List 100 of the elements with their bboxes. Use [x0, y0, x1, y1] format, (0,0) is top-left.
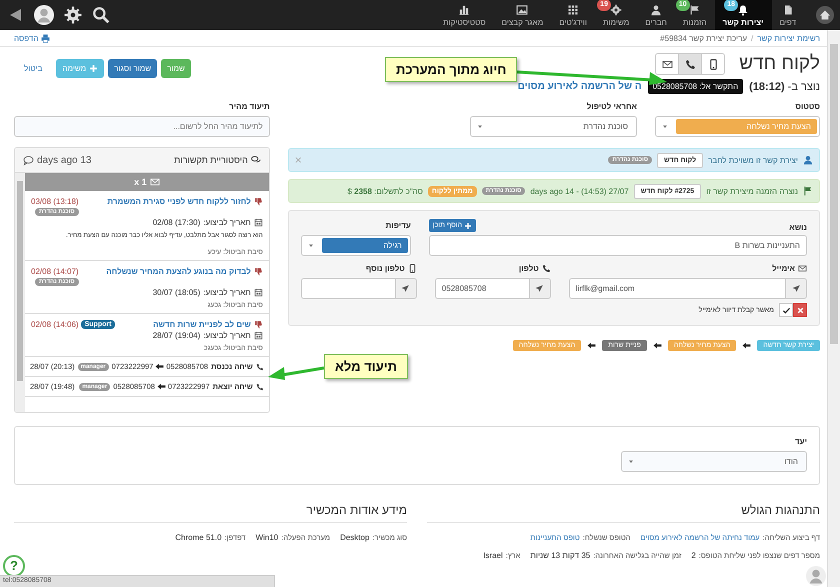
info-value: Chrome 51.0: [175, 533, 222, 542]
comment-icon: [23, 154, 34, 166]
flag-icon: [803, 186, 813, 196]
field-label: יעד: [794, 437, 807, 446]
close-icon: [796, 306, 804, 314]
breadcrumb-link[interactable]: עריכת יצירת קשר #59834: [660, 34, 748, 42]
flag-icon: [688, 4, 701, 16]
caret-icon: [308, 242, 316, 250]
priority-select[interactable]: רגילה: [300, 235, 411, 256]
nav-item[interactable]: סטטיסטיקות: [435, 0, 494, 30]
due-date: 02/08 (17:30): [152, 218, 200, 227]
phone-field[interactable]: 0528085708: [434, 278, 529, 299]
send-icon: [401, 284, 410, 293]
page-title: לקוח חדש: [739, 53, 820, 75]
back-icon[interactable]: [8, 7, 24, 23]
callout-box: חיוג מתוך המערכת: [385, 56, 518, 82]
info-value: Israel: [483, 551, 503, 560]
plus-icon: [89, 64, 98, 73]
approve-toggle[interactable]: [779, 303, 793, 317]
section-title: התנהגות הגולש: [427, 503, 820, 523]
nav-item[interactable]: מאגר קבצים: [494, 0, 552, 30]
arrow-icon: [587, 341, 596, 350]
group-count: x 1: [134, 177, 147, 187]
email-field[interactable]: lirflk@gmail.com: [568, 278, 785, 299]
subject-field[interactable]: התעניינות בשרות B: [428, 235, 807, 256]
phone-icon: [256, 362, 264, 370]
quick-note-field[interactable]: לתיעוד מהיר החל לרשום...: [14, 116, 270, 137]
order-date: 27/07 (14:53) - 14 days ago: [530, 186, 629, 196]
help-button[interactable]: ?: [3, 555, 25, 577]
thumbs-down-icon: [254, 267, 263, 276]
contact-button[interactable]: [701, 53, 726, 75]
field-label: נושא: [789, 223, 807, 232]
field-label: עדיפות: [384, 221, 411, 230]
decline-toggle[interactable]: [793, 303, 807, 317]
panel-title: היסטוריית תקשורות: [174, 155, 248, 165]
breadcrumb-separator: /: [751, 34, 754, 42]
info-value: 2: [691, 551, 696, 560]
entry-time: 02/08 (14:07): [31, 267, 79, 276]
home-icon[interactable]: [816, 6, 834, 24]
breadcrumb-link[interactable]: רשימת יצירות קשר: [757, 34, 820, 42]
call-tooltip: התקשר אל: 0528085708: [648, 79, 744, 94]
due-label: תאריך לביצוע:: [203, 218, 251, 227]
section-title: מידע אודות המכשיר: [14, 503, 407, 523]
pointer-arrow: [268, 364, 324, 380]
contact-button[interactable]: [678, 53, 702, 75]
scrollbar[interactable]: [15, 173, 25, 412]
field-label: טלפון: [518, 264, 539, 273]
field-label: אחראי לטיפול: [586, 102, 637, 111]
nav-item[interactable]: חברים: [637, 0, 675, 30]
cancel-link[interactable]: ביטול: [14, 59, 52, 78]
send-icon: [792, 284, 800, 293]
info-value: Desktop: [340, 533, 370, 542]
send-button[interactable]: [394, 278, 417, 299]
arrow-icon: [155, 362, 164, 371]
print-link[interactable]: הדפסה: [14, 34, 50, 42]
printer-icon: [41, 34, 50, 42]
arrow-icon: [742, 341, 752, 350]
arrow-icon: [156, 382, 166, 391]
thumbs-down-icon: [254, 320, 263, 329]
nav-item[interactable]: דפים: [772, 0, 804, 30]
envelope-icon: [798, 264, 807, 273]
field-label: טלפון נוסף: [366, 264, 405, 273]
settings-icon[interactable]: [64, 6, 82, 24]
send-button[interactable]: [785, 278, 807, 299]
action-button[interactable]: שמור וסגור: [108, 59, 158, 78]
gear-icon: [610, 4, 622, 16]
comments-icon: [250, 155, 261, 165]
field-label: סטטוס: [794, 102, 820, 111]
source-page-link[interactable]: ה של הרשמה לאירוע מסוים: [518, 81, 642, 92]
task-title[interactable]: לבדוק מה בנוגע להצעת המחיר שנשלחה: [106, 267, 251, 276]
action-button[interactable]: שמור: [161, 59, 191, 78]
info-value: 35 דקות 13 שניות: [530, 551, 590, 560]
field-label: תיעוד מהיר: [228, 102, 270, 111]
search-icon[interactable]: [92, 6, 110, 24]
task-title[interactable]: לחזור ללקוח חדש לפניי סגירת המשמרת: [107, 197, 251, 206]
contact-button[interactable]: [655, 53, 680, 75]
calendar-icon: [254, 288, 263, 297]
target-select[interactable]: הודו: [621, 451, 807, 472]
scrollbar[interactable]: [827, 30, 840, 587]
task-title[interactable]: שים לב לפניית שרות חדשה: [153, 320, 251, 329]
alert-text: יצירת קשר זו משויכת לחבר: [708, 156, 798, 164]
field-label: אימייל: [772, 264, 795, 273]
caret-icon: [477, 122, 485, 130]
caret-icon: [662, 122, 670, 130]
calendar-icon: [254, 218, 263, 227]
phone-field[interactable]: [300, 278, 395, 299]
info-value: Win10: [256, 533, 278, 542]
due-label: תאריך לביצוע:: [203, 331, 251, 340]
entry-time: 03/08 (13:18): [31, 197, 79, 206]
due-label: תאריך לביצוע:: [203, 288, 251, 297]
envelope-icon: [150, 177, 160, 187]
avatar-icon[interactable]: [34, 5, 54, 25]
callout-box: תיעוד מלא: [324, 354, 408, 378]
arrow-icon: [652, 341, 662, 350]
person-icon: [650, 4, 662, 16]
send-icon: [535, 284, 544, 293]
send-button[interactable]: [528, 278, 551, 299]
phone-icon: [542, 264, 551, 273]
nav-item[interactable]: ווידג'טים: [551, 0, 595, 30]
handler-select[interactable]: סוכנת נהדרת: [470, 116, 637, 137]
